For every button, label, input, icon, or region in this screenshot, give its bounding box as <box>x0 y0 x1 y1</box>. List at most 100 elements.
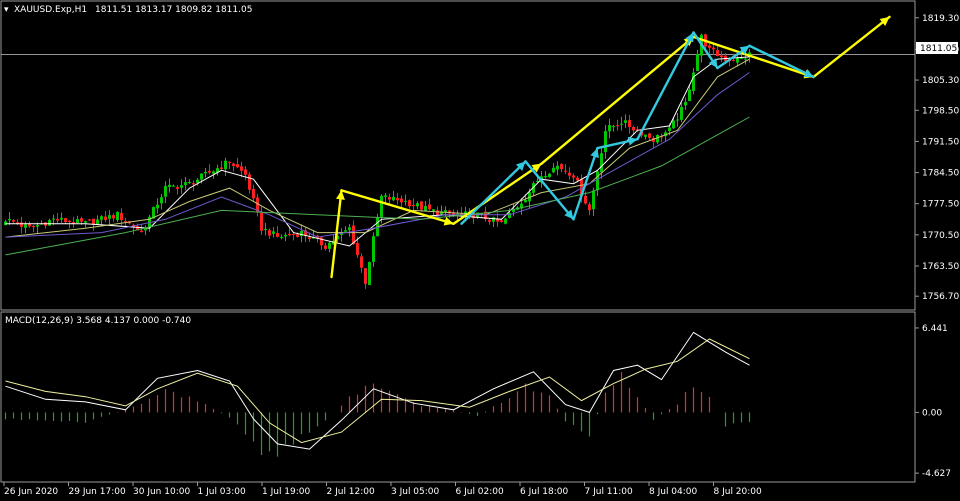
candle-body <box>560 164 563 170</box>
candle-body <box>224 160 227 170</box>
macd-axis-label: -4.627 <box>922 469 951 479</box>
candle-body <box>48 220 51 226</box>
candle-body <box>420 201 423 210</box>
candle-body <box>308 237 311 239</box>
candle-body <box>492 217 495 222</box>
trading-chart[interactable]: 1819.301812.201805.301798.501791.501784.… <box>0 0 960 501</box>
candle-body <box>412 205 415 207</box>
candle-body <box>280 237 283 239</box>
time-axis-label: 8 Jul 20:00 <box>714 487 763 497</box>
candle-body <box>688 89 691 101</box>
candle-body <box>20 222 23 227</box>
symbol-label: XAUUSD.Exp,H1 <box>14 5 87 15</box>
candle-body <box>124 220 127 222</box>
candle-body <box>620 123 623 125</box>
candle-body <box>104 216 107 221</box>
time-axis-label: 1 Jul 19:00 <box>262 487 311 497</box>
candle-body <box>156 204 159 209</box>
candle-body <box>712 47 715 50</box>
time-axis-label: 3 Jul 05:00 <box>391 487 440 497</box>
candle-body <box>488 219 491 222</box>
candle-body <box>524 199 527 203</box>
candle-body <box>236 164 239 168</box>
candle-body <box>592 190 595 210</box>
candle-body <box>100 216 103 220</box>
candle-body <box>696 54 699 71</box>
candle-body <box>740 57 743 59</box>
candle-body <box>268 230 271 236</box>
candle-body <box>628 119 631 128</box>
candle-body <box>548 173 551 178</box>
candle-body <box>296 234 299 237</box>
chart-menu-icon[interactable]: ▾ <box>4 5 9 15</box>
time-axis-label: 2 Jul 12:00 <box>327 487 376 497</box>
candle-body <box>708 45 711 48</box>
candle-body <box>184 182 187 186</box>
candle-body <box>676 119 679 121</box>
price-axis-label: 1784.50 <box>922 169 959 179</box>
candle-body <box>112 215 115 219</box>
candle-body <box>64 218 67 223</box>
candle-body <box>180 185 183 188</box>
time-axis-label: 1 Jul 03:00 <box>198 487 247 497</box>
candle-body <box>272 231 275 234</box>
candle-body <box>576 177 579 181</box>
candle-body <box>584 195 587 204</box>
candle-body <box>84 221 87 223</box>
candle-body <box>204 171 207 174</box>
candle-body <box>680 106 683 120</box>
candle-body <box>508 212 511 218</box>
candle-body <box>120 213 123 221</box>
time-axis-label: 26 Jun 2020 <box>4 487 58 497</box>
candle-body <box>588 204 591 211</box>
macd-axis-label: 0.00 <box>922 408 942 418</box>
candle-body <box>284 234 287 237</box>
candle-body <box>692 72 695 91</box>
candle-body <box>564 170 567 172</box>
candle-body <box>732 60 735 62</box>
candle-body <box>52 218 55 220</box>
price-axis-label: 1777.50 <box>922 200 959 210</box>
macd-header: MACD(12,26,9) 3.568 4.137 0.000 -0.740 <box>5 316 191 326</box>
time-axis-label: 8 Jul 04:00 <box>649 487 698 497</box>
candle-body <box>380 195 383 217</box>
candle-body <box>432 209 435 211</box>
price-axis-label: 1770.50 <box>922 231 959 241</box>
candle-body <box>232 163 235 166</box>
candle-body <box>504 218 507 224</box>
candle-body <box>500 220 503 223</box>
price-panel <box>0 0 916 311</box>
price-axis-label: 1763.50 <box>922 262 959 272</box>
candle-body <box>632 126 635 131</box>
candle-body <box>552 167 555 173</box>
candle-body <box>276 233 279 237</box>
candle-body <box>684 101 687 106</box>
candle-body <box>88 219 91 221</box>
candle-body <box>116 211 119 221</box>
candle-body <box>168 184 171 188</box>
candle-body <box>192 183 195 185</box>
price-axis-label: 1819.30 <box>922 14 959 24</box>
candle-body <box>344 230 347 232</box>
candle-body <box>656 135 659 143</box>
candle-body <box>720 55 723 58</box>
candle-body <box>388 197 391 200</box>
candle-body <box>188 181 191 183</box>
candle-body <box>608 125 611 132</box>
candle-body <box>200 173 203 180</box>
candle-body <box>644 134 647 137</box>
candle-body <box>672 120 675 129</box>
candle-body <box>12 220 15 222</box>
candle-body <box>248 174 251 190</box>
price-axis-label: 1798.50 <box>922 106 959 116</box>
candle-body <box>624 120 627 123</box>
candle-body <box>240 166 243 171</box>
candle-body <box>212 171 215 174</box>
candle-body <box>648 133 651 138</box>
candle-body <box>392 196 395 201</box>
price-axis-label: 1791.50 <box>922 137 959 147</box>
candle-body <box>404 200 407 202</box>
candle-body <box>196 179 199 183</box>
candle-body <box>264 228 267 230</box>
candle-body <box>596 171 599 191</box>
